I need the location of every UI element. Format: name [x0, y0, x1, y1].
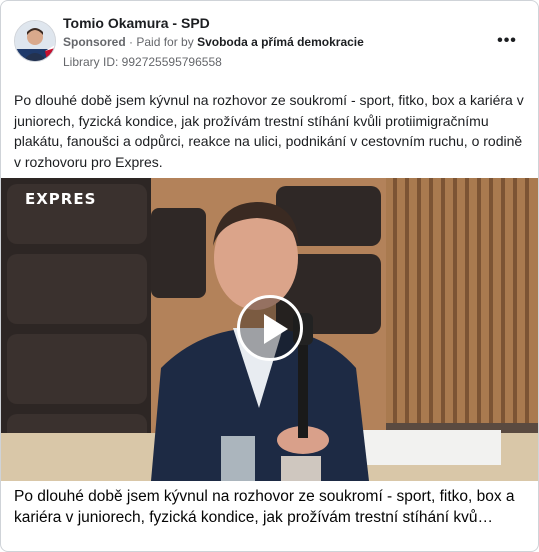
post-body-text: Po dlouhé době jsem kývnul na rozhovor z… — [14, 92, 524, 170]
more-options-icon[interactable]: ••• — [494, 31, 520, 51]
post-header: Tomio Okamura - SPD Sponsored · Paid for… — [1, 1, 538, 79]
avatar[interactable] — [14, 20, 56, 62]
page-name[interactable]: Tomio Okamura - SPD — [63, 15, 210, 31]
funder-link[interactable]: Svoboda a přímá demokracie — [197, 35, 364, 49]
play-icon[interactable] — [237, 295, 303, 361]
sponsored-label: Sponsored — [63, 35, 126, 49]
sponsored-line: Sponsored · Paid for by Svoboda a přímá … — [63, 35, 364, 49]
video-caption[interactable]: Po dlouhé době jsem kývnul na rozhovor z… — [14, 486, 529, 528]
play-triangle — [264, 314, 288, 344]
expres-logo: EXPRES — [25, 190, 97, 208]
library-id: Library ID: 992725595796558 — [63, 55, 222, 69]
ad-card: Tomio Okamura - SPD Sponsored · Paid for… — [0, 0, 539, 552]
paid-for-prefix: Paid for by — [136, 35, 194, 49]
